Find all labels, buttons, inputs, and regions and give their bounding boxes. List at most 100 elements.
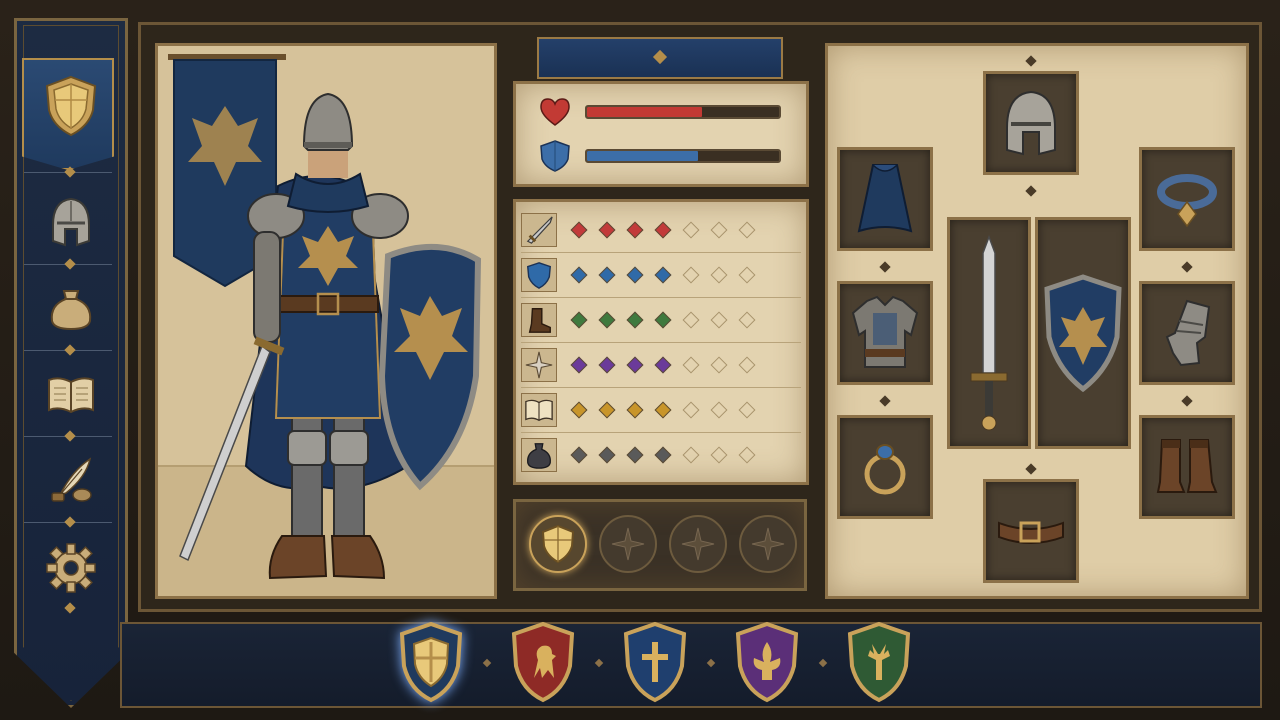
compass-rose-icon	[611, 527, 645, 561]
belt-icon	[998, 521, 1064, 544]
attribute-pip-filled	[570, 221, 588, 239]
header-ribbon	[537, 37, 783, 79]
quill-ink-icon	[51, 457, 92, 502]
sidebar-item-equipment[interactable]	[35, 186, 107, 258]
lion-crest-icon	[511, 621, 575, 703]
attribute-pip-filled	[570, 266, 588, 284]
equip-slot-head[interactable]	[983, 71, 1079, 175]
sword-icon	[526, 216, 553, 244]
collar-icon	[1157, 174, 1217, 228]
boots-icon	[1156, 439, 1218, 493]
pouch-icon	[50, 290, 92, 331]
attribute-pip-empty	[738, 446, 756, 464]
attribute-pip-filled	[626, 266, 644, 284]
coin-bag-icon	[527, 443, 551, 469]
crest-option-selected[interactable]	[396, 618, 466, 706]
armor-bar-fill	[587, 151, 699, 161]
attribute-pip-empty	[710, 221, 728, 239]
attribute-pip-filled	[570, 356, 588, 374]
equip-slot-feet[interactable]	[1139, 415, 1235, 519]
attribute-pip-filled	[654, 446, 672, 464]
crest-option[interactable]	[508, 618, 578, 706]
attribute-pip-empty	[682, 446, 700, 464]
attribute-icon-frame	[521, 393, 557, 427]
attribute-icon-frame	[521, 258, 557, 292]
attribute-row[interactable]	[521, 301, 801, 339]
attribute-pip-empty	[738, 266, 756, 284]
book-icon	[525, 399, 553, 422]
armor-bar	[585, 149, 781, 163]
health-row	[539, 97, 783, 127]
attribute-pip-filled	[598, 401, 616, 419]
attribute-divider	[521, 297, 801, 298]
attribute-pip-empty	[738, 311, 756, 329]
shield-icon	[1044, 274, 1122, 393]
attribute-pip-empty	[710, 446, 728, 464]
equip-slot-off-hand[interactable]	[1035, 217, 1131, 449]
crest-option[interactable]	[732, 618, 802, 706]
attribute-pip-filled	[654, 266, 672, 284]
attribute-divider	[521, 342, 801, 343]
sidebar-item-settings[interactable]	[35, 532, 107, 604]
attribute-divider	[521, 432, 801, 433]
fleur-de-lis-crest-icon	[735, 621, 799, 703]
ability-slot-empty[interactable]	[669, 515, 727, 573]
sidebar-item-journal[interactable]	[35, 358, 107, 430]
attribute-pip-empty	[682, 401, 700, 419]
ability-slot-active[interactable]	[529, 515, 587, 573]
attribute-pip-filled	[626, 221, 644, 239]
compass-star-icon	[525, 351, 553, 379]
equip-slot-ring[interactable]	[837, 415, 933, 519]
attribute-row[interactable]	[521, 346, 801, 384]
character-portrait-panel	[155, 43, 497, 599]
attribute-pip-filled	[598, 311, 616, 329]
attribute-row[interactable]	[521, 211, 801, 249]
helmet-icon	[52, 197, 90, 247]
sidebar-item-inventory[interactable]	[35, 272, 107, 344]
crest-option[interactable]	[844, 618, 914, 706]
book-icon	[48, 377, 94, 414]
attribute-pip-filled	[654, 311, 672, 329]
cross-crest-icon	[623, 621, 687, 703]
ribbon-ornament	[652, 49, 668, 65]
attribute-row[interactable]	[521, 391, 801, 429]
sword-icon	[970, 234, 1008, 431]
attribute-pip-filled	[598, 446, 616, 464]
crest-option[interactable]	[620, 618, 690, 706]
attribute-pip-filled	[570, 311, 588, 329]
attribute-divider	[521, 387, 801, 388]
attribute-pip-filled	[654, 221, 672, 239]
sidebar-item-character[interactable]	[35, 70, 107, 142]
equip-slot-neck[interactable]	[1139, 147, 1235, 251]
equip-slot-chest[interactable]	[837, 281, 933, 385]
attribute-icon-frame	[521, 348, 557, 382]
ability-slot-empty[interactable]	[739, 515, 797, 573]
attribute-pip-empty	[682, 221, 700, 239]
attribute-row[interactable]	[521, 436, 801, 474]
attribute-pip-empty	[682, 311, 700, 329]
attribute-pip-empty	[710, 401, 728, 419]
sidebar-item-quests[interactable]	[35, 444, 107, 516]
boot-icon	[528, 308, 551, 333]
equip-slot-main-hand[interactable]	[947, 217, 1031, 449]
shield-icon	[526, 262, 552, 289]
ability-slot-empty[interactable]	[599, 515, 657, 573]
shield-crest-icon	[45, 75, 97, 137]
gauntlet-icon	[1165, 299, 1211, 367]
attribute-pip-empty	[710, 356, 728, 374]
attribute-pip-filled	[598, 356, 616, 374]
shield-crest-icon	[399, 621, 463, 703]
attribute-pip-filled	[626, 446, 644, 464]
attribute-pip-filled	[626, 311, 644, 329]
attribute-pip-empty	[738, 221, 756, 239]
attribute-pip-filled	[654, 356, 672, 374]
armor-icon	[851, 295, 919, 368]
equip-slot-cloak[interactable]	[837, 147, 933, 251]
health-bar	[585, 105, 781, 119]
equip-slot-belt[interactable]	[983, 479, 1079, 583]
shield-icon	[540, 140, 570, 172]
attribute-pip-empty	[738, 401, 756, 419]
attribute-row[interactable]	[521, 256, 801, 294]
equip-slot-hands[interactable]	[1139, 281, 1235, 385]
character-sheet	[138, 22, 1262, 612]
